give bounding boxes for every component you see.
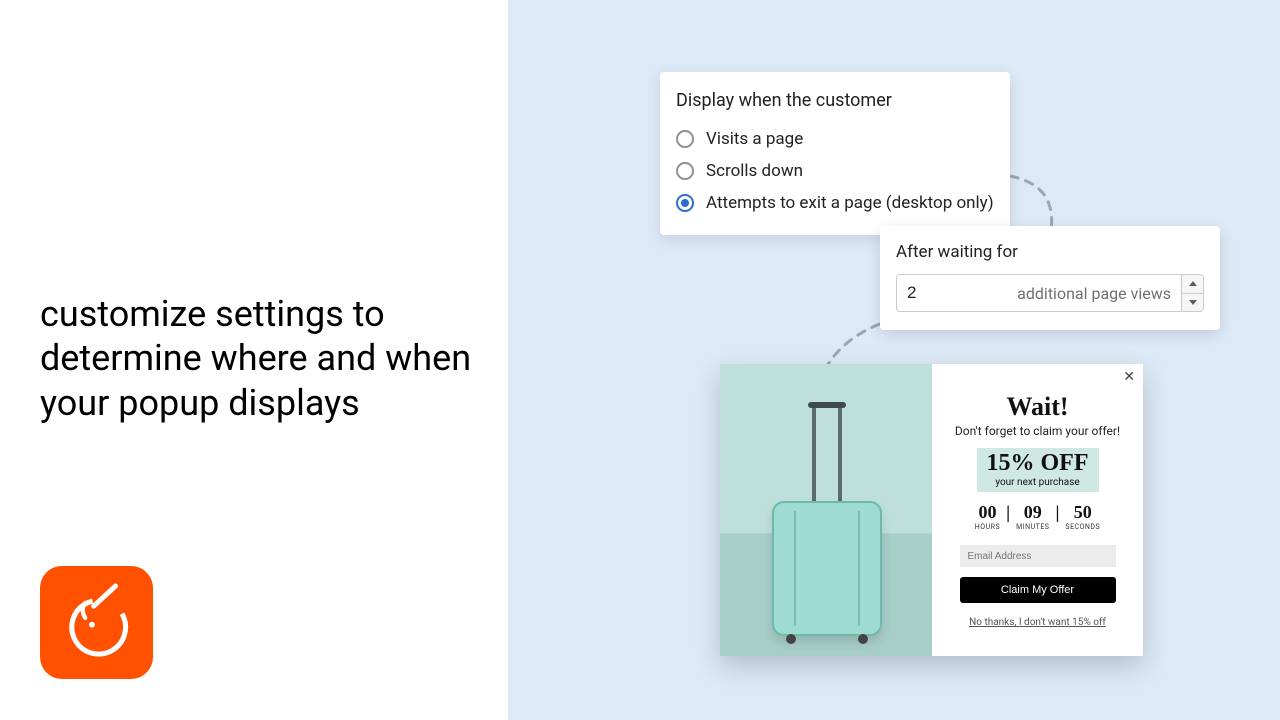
radio-label: Attempts to exit a page (desktop only): [706, 193, 994, 213]
timer-hours-label: HOURS: [975, 523, 1000, 531]
stepper-up-button[interactable]: [1182, 275, 1203, 294]
display-trigger-card: Display when the customer Visits a page …: [660, 72, 1010, 235]
display-trigger-title: Display when the customer: [676, 90, 994, 111]
stepper-down-button[interactable]: [1182, 294, 1203, 312]
page-views-suffix: additional page views: [977, 275, 1181, 311]
chevron-down-icon: [1189, 300, 1197, 305]
page-views-input[interactable]: [897, 275, 977, 311]
offer-main-text: 15% OFF: [987, 450, 1089, 477]
radio-icon: [676, 130, 694, 148]
decline-link[interactable]: No thanks, I don't want 15% off: [969, 617, 1106, 628]
page-headline: customize settings to determine where an…: [40, 292, 490, 425]
timer-seconds: 50: [1065, 502, 1100, 523]
popup-image: [720, 364, 932, 656]
popup-subheading: Don't forget to claim your offer!: [955, 424, 1120, 438]
countdown-timer: 00HOURS | 09MINUTES | 50SECONDS: [975, 502, 1100, 531]
claim-offer-button[interactable]: Claim My Offer: [960, 577, 1116, 603]
timer-separator: |: [1055, 502, 1059, 523]
unicorn-icon: [55, 581, 139, 665]
timer-seconds-label: SECONDS: [1065, 523, 1100, 531]
popup-heading: Wait!: [1006, 392, 1068, 422]
timer-minutes: 09: [1016, 502, 1049, 523]
delay-title: After waiting for: [896, 242, 1204, 262]
suitcase-icon: [772, 501, 882, 636]
radio-label: Visits a page: [706, 129, 803, 149]
email-input[interactable]: [960, 545, 1116, 567]
timer-minutes-label: MINUTES: [1016, 523, 1049, 531]
popup-preview: ✕ Wait! Don't forget to claim your offer…: [720, 364, 1143, 656]
timer-hours: 00: [975, 502, 1000, 523]
offer-sub-text: your next purchase: [987, 477, 1089, 488]
page-views-stepper[interactable]: additional page views: [896, 274, 1204, 312]
close-icon[interactable]: ✕: [1123, 370, 1135, 384]
brand-logo: [40, 566, 153, 679]
radio-option-scrolls-down[interactable]: Scrolls down: [676, 155, 994, 187]
chevron-up-icon: [1189, 281, 1197, 286]
radio-option-visits-page[interactable]: Visits a page: [676, 123, 994, 155]
delay-card: After waiting for additional page views: [880, 226, 1220, 330]
radio-icon: [676, 194, 694, 212]
radio-option-exit-intent[interactable]: Attempts to exit a page (desktop only): [676, 187, 994, 219]
radio-label: Scrolls down: [706, 161, 803, 181]
offer-badge: 15% OFF your next purchase: [977, 448, 1099, 492]
radio-icon: [676, 162, 694, 180]
timer-separator: |: [1006, 502, 1010, 523]
